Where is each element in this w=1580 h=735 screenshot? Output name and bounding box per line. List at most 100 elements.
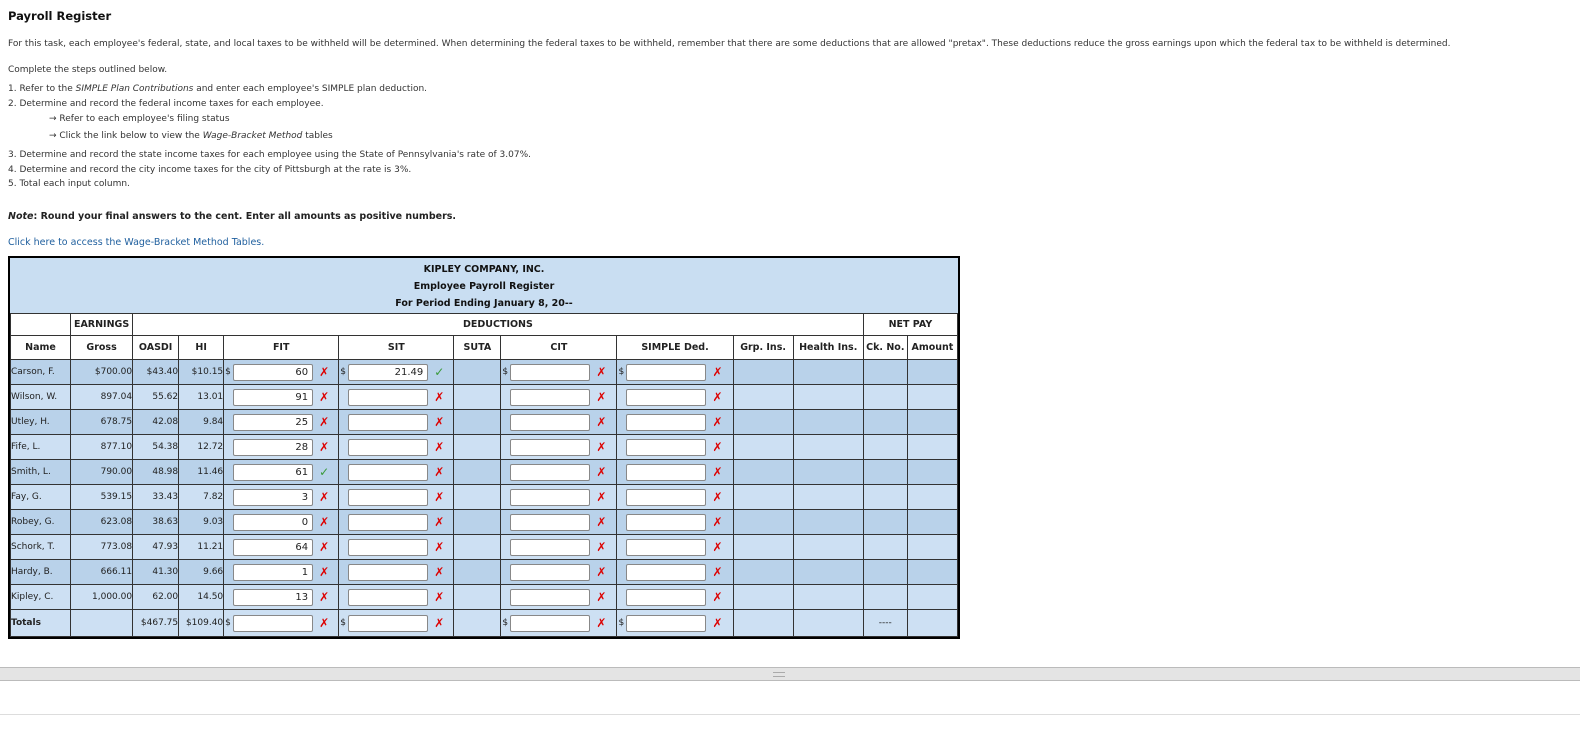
- currency-symbol: $: [502, 618, 509, 628]
- cit-input[interactable]: [510, 438, 591, 456]
- health-ins-cell: [792, 509, 864, 535]
- cit-input[interactable]: [510, 513, 591, 531]
- totals-fit-input[interactable]: [233, 614, 314, 632]
- simple-input[interactable]: [626, 513, 707, 531]
- sit-input[interactable]: [348, 588, 429, 606]
- sit-cell: ✗: [338, 409, 455, 435]
- totals-cit-input[interactable]: [510, 614, 591, 632]
- simple-input[interactable]: [626, 463, 707, 481]
- suta-cell: [453, 434, 502, 460]
- gross-value: 790.00: [70, 459, 134, 485]
- table-row: Utley, H. 678.75 42.08 9.84 25 ✗ ✗ ✗ ✗: [9, 409, 959, 435]
- fit-input[interactable]: 91: [233, 388, 314, 406]
- wage-bracket-link[interactable]: Click here to access the Wage-Bracket Me…: [8, 237, 264, 248]
- fit-input[interactable]: 1: [233, 563, 314, 581]
- sit-input[interactable]: [348, 488, 429, 506]
- fit-cell: 25 ✗: [223, 409, 340, 435]
- simple-input[interactable]: [626, 488, 707, 506]
- simple-input[interactable]: [626, 538, 707, 556]
- health-ins-cell: [792, 559, 864, 585]
- cit-input[interactable]: [510, 413, 591, 431]
- fit-input[interactable]: 25: [233, 413, 314, 431]
- sit-input[interactable]: [348, 438, 429, 456]
- simple-cell: ✗: [616, 459, 734, 485]
- sit-input[interactable]: [348, 563, 429, 581]
- incorrect-icon: ✗: [596, 465, 607, 479]
- fit-cell: 1 ✗: [223, 559, 340, 585]
- table-row: Fay, G. 539.15 33.43 7.82 3 ✗ ✗ ✗ ✗: [9, 484, 959, 510]
- cit-input[interactable]: [510, 488, 591, 506]
- fit-cell: $60 ✗: [223, 359, 340, 385]
- totals-health: [792, 609, 864, 637]
- cit-input[interactable]: [510, 563, 591, 581]
- ck-no-cell: [862, 459, 908, 485]
- hi-value: $10.15: [178, 359, 225, 385]
- totals-sit-input[interactable]: [348, 614, 429, 632]
- fit-input[interactable]: 3: [233, 488, 314, 506]
- sit-input[interactable]: [348, 513, 429, 531]
- health-ins-cell: [792, 409, 864, 435]
- cit-input[interactable]: [510, 588, 591, 606]
- cit-input[interactable]: [510, 538, 591, 556]
- page-title: Payroll Register: [8, 9, 112, 23]
- col-health-ins: Health Ins.: [792, 335, 864, 360]
- gross-value: 877.10: [70, 434, 134, 460]
- register-table: EARNINGS DEDUCTIONS NET PAY Name Gross O…: [9, 313, 959, 637]
- simple-input[interactable]: [626, 413, 707, 431]
- employee-name: Robey, G.: [9, 509, 72, 535]
- step-5: 5. Total each input column.: [8, 179, 130, 189]
- resize-bar[interactable]: [0, 667, 1580, 681]
- health-ins-cell: [792, 384, 864, 410]
- fit-input[interactable]: 61: [233, 463, 314, 481]
- simple-input[interactable]: [626, 563, 707, 581]
- suta-cell: [453, 559, 502, 585]
- incorrect-icon: ✗: [596, 565, 607, 579]
- note: Note: Round your final answers to the ce…: [8, 211, 457, 222]
- resize-grip-icon[interactable]: [773, 672, 785, 677]
- currency-symbol: $: [618, 618, 625, 628]
- fit-input[interactable]: 64: [233, 538, 314, 556]
- simple-input[interactable]: [626, 363, 707, 381]
- cit-input[interactable]: [510, 463, 591, 481]
- col-sit: SIT: [338, 335, 455, 360]
- simple-input[interactable]: [626, 388, 707, 406]
- sit-input[interactable]: [348, 388, 429, 406]
- cit-cell: ✗: [500, 409, 618, 435]
- step-3: 3. Determine and record the state income…: [8, 150, 531, 160]
- group-deductions: DEDUCTIONS: [132, 313, 864, 336]
- table-row: Smith, L. 790.00 48.98 11.46 61 ✓ ✗ ✗ ✗: [9, 459, 959, 485]
- col-gross: Gross: [70, 335, 134, 360]
- intro-text: For this task, each employee's federal, …: [8, 39, 1451, 49]
- incorrect-icon: ✗: [434, 540, 445, 554]
- grp-ins-cell: [732, 484, 794, 510]
- incorrect-icon: ✗: [319, 616, 330, 630]
- fit-cell: 13 ✗: [223, 584, 340, 610]
- fit-input[interactable]: 0: [233, 513, 314, 531]
- fit-input[interactable]: 28: [233, 438, 314, 456]
- incorrect-icon: ✗: [319, 590, 330, 604]
- incorrect-icon: ✗: [596, 365, 607, 379]
- sit-input[interactable]: [348, 538, 429, 556]
- cit-input[interactable]: [510, 363, 591, 381]
- totals-simple-input[interactable]: [626, 614, 707, 632]
- simple-cell: ✗: [616, 434, 734, 460]
- sit-input[interactable]: [348, 463, 429, 481]
- fit-input[interactable]: 13: [233, 588, 314, 606]
- currency-symbol: $: [225, 367, 231, 377]
- grp-ins-cell: [732, 434, 794, 460]
- sit-input[interactable]: 21.49: [348, 363, 429, 381]
- simple-input[interactable]: [626, 438, 707, 456]
- incorrect-icon: ✗: [319, 565, 330, 579]
- cit-input[interactable]: [510, 388, 591, 406]
- sit-cell: ✗: [338, 384, 455, 410]
- simple-input[interactable]: [626, 588, 707, 606]
- fit-input[interactable]: 60: [233, 363, 314, 381]
- hi-value: 9.84: [178, 409, 225, 435]
- health-ins-cell: [792, 484, 864, 510]
- ck-no-cell: [862, 434, 908, 460]
- sit-cell: ✗: [338, 484, 455, 510]
- incorrect-icon: ✗: [319, 490, 330, 504]
- table-row: Wilson, W. 897.04 55.62 13.01 91 ✗ ✗ ✗ ✗: [9, 384, 959, 410]
- simple-cell: ✗: [616, 484, 734, 510]
- sit-input[interactable]: [348, 413, 429, 431]
